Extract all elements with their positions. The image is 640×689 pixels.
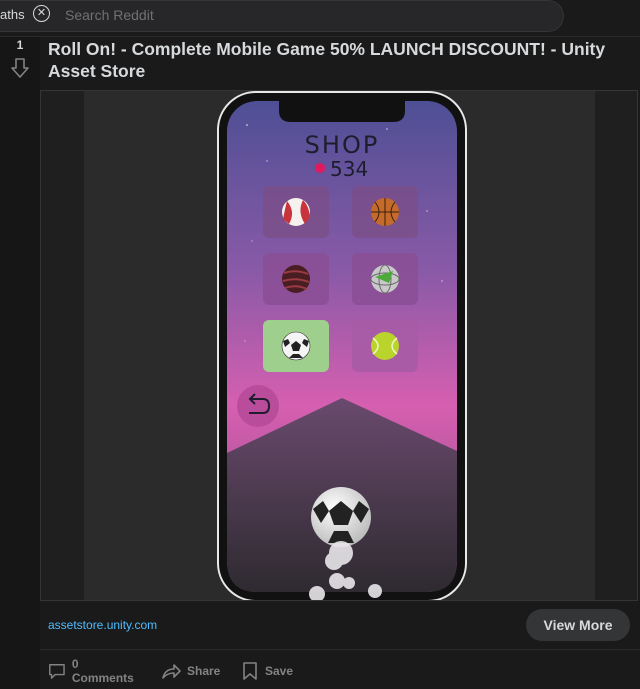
beach-ball-icon — [282, 198, 310, 226]
close-icon[interactable]: ✕ — [33, 5, 50, 22]
player-ball — [311, 487, 371, 547]
world-ball-icon — [370, 264, 400, 294]
shop-heading: SHOP — [305, 131, 380, 159]
top-bar: aths ✕ Search Reddit — [0, 0, 640, 36]
basketball-icon — [371, 198, 399, 226]
post-domain-link[interactable]: assetstore.unity.com — [48, 618, 157, 632]
search-bar[interactable]: aths ✕ Search Reddit — [0, 0, 564, 32]
media-frame: SHOP 534 — [84, 91, 595, 600]
post-media[interactable]: SHOP 534 — [40, 90, 638, 601]
search-input[interactable]: Search Reddit — [65, 7, 154, 23]
share-button[interactable]: Share — [161, 657, 220, 685]
coin-icon — [315, 163, 325, 173]
game-screenshot: SHOP 534 — [217, 91, 467, 600]
vote-count: 1 — [16, 38, 24, 52]
share-icon — [162, 664, 181, 679]
back-button[interactable] — [237, 385, 279, 427]
comments-label: 0 Comments — [71, 657, 134, 685]
tennis-ball-icon — [371, 332, 399, 360]
comment-icon — [49, 664, 65, 679]
post-card: 1 Roll On! - Complete Mobile Game 50% LA… — [0, 36, 640, 689]
save-button[interactable]: Save — [241, 657, 293, 685]
search-chip: aths — [0, 7, 25, 22]
striped-ball-icon — [282, 265, 310, 293]
divider — [40, 649, 640, 650]
share-label: Share — [187, 664, 221, 678]
vote-column: 1 — [0, 37, 40, 689]
soccer-ball-icon — [281, 331, 311, 361]
downvote-icon[interactable] — [10, 57, 30, 79]
post-title[interactable]: Roll On! - Complete Mobile Game 50% LAUN… — [48, 38, 618, 82]
bookmark-icon — [243, 662, 257, 680]
comments-button[interactable]: 0 Comments — [48, 657, 136, 685]
view-more-button[interactable]: View More — [526, 609, 630, 641]
page: aths ✕ Search Reddit 1 Roll On! - Comple… — [0, 0, 640, 689]
save-label: Save — [265, 664, 294, 678]
coin-count: 534 — [330, 157, 368, 181]
